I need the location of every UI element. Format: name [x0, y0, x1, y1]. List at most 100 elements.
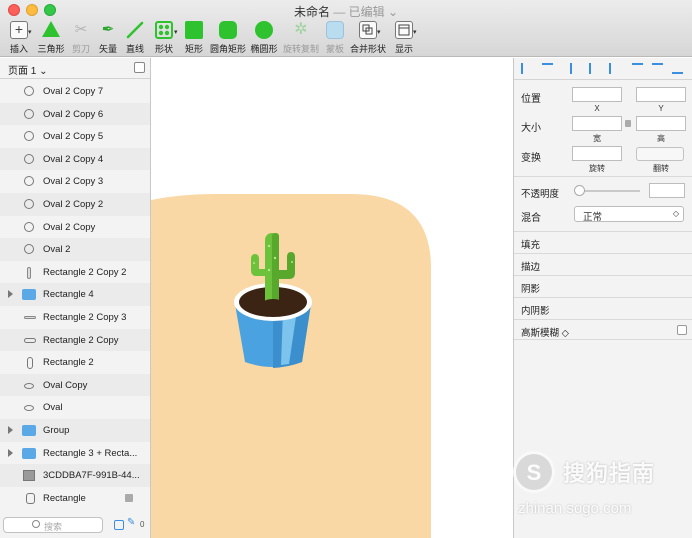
document-name[interactable]: 未命名: [294, 5, 330, 19]
search-icon: [32, 520, 40, 528]
rectangle-icon: [185, 21, 203, 39]
opacity-slider-track[interactable]: [576, 190, 640, 192]
pen-icon: ✒: [101, 21, 115, 38]
horizontal-rectangle-icon: [24, 316, 36, 319]
page-name[interactable]: 页面 1 ⌄: [8, 62, 48, 77]
layer-row[interactable]: Oval 2: [0, 238, 150, 261]
oval-icon: [24, 108, 34, 119]
export-layers-icon[interactable]: [114, 520, 124, 530]
vertical-pill-icon: [27, 357, 33, 370]
layer-row[interactable]: Oval 2 Copy 5: [0, 125, 150, 148]
fill-section[interactable]: 填充: [514, 231, 692, 252]
layer-row[interactable]: Rectangle 2 Copy 2: [0, 261, 150, 284]
selection-count: 0: [140, 520, 145, 529]
layer-row[interactable]: Oval 2 Copy: [0, 216, 150, 239]
height-input[interactable]: [636, 116, 686, 131]
opacity-input[interactable]: [649, 183, 685, 198]
align-bottom-icon[interactable]: [672, 63, 683, 74]
divider: [514, 176, 692, 177]
blur-checkbox[interactable]: [677, 325, 687, 335]
lock-ratio-icon[interactable]: [625, 120, 631, 127]
oval-icon: [24, 176, 34, 187]
layer-row[interactable]: 3CDDBA7F-991B-44...: [0, 464, 150, 487]
watermark-url: zhinan.sogo.com: [518, 500, 632, 517]
layer-row[interactable]: Oval 2 Copy 7: [0, 80, 150, 103]
oval-icon: [24, 86, 34, 96]
layer-row[interactable]: Rectangle 2 Copy: [0, 328, 150, 352]
edited-status: — 已编辑 ⌄: [333, 5, 399, 19]
layers-panel: 页面 1 ⌄ Oval 2 Copy 7 Oval 2 Copy 6 Oval …: [0, 58, 151, 538]
oval-icon: [24, 153, 34, 164]
chevron-updown-icon: ◇: [672, 209, 679, 218]
position-label: 位置: [521, 94, 541, 105]
rotate-copy-icon: ✲: [294, 21, 308, 38]
rotation-input[interactable]: [572, 146, 622, 161]
layer-row[interactable]: Oval Copy: [0, 373, 150, 397]
oval-icon: [24, 131, 34, 142]
layer-search-input[interactable]: 搜索: [3, 517, 103, 533]
flat-oval-icon: [24, 382, 34, 389]
canvas[interactable]: [151, 58, 513, 538]
display-button[interactable]: ▾ 显示: [385, 20, 423, 56]
inner-shadow-section[interactable]: 内阴影: [514, 297, 692, 318]
transform-label: 变换: [521, 153, 541, 164]
lock-icon[interactable]: [125, 493, 133, 502]
oval-icon: [255, 21, 273, 39]
combine-shapes-icon: [359, 21, 377, 39]
layer-row[interactable]: Rectangle 3 + Recta...: [0, 442, 150, 465]
vertical-rectangle-icon: [27, 266, 31, 279]
layer-row[interactable]: Rectangle 2: [0, 351, 150, 374]
blend-label: 混合: [521, 213, 541, 224]
layer-row[interactable]: Rectangle 4: [0, 283, 150, 306]
shapes-icon: [155, 21, 173, 39]
layer-row[interactable]: Rectangle 2 Copy 3: [0, 306, 150, 329]
align-center-icon[interactable]: [589, 63, 600, 74]
oval-icon: [24, 199, 34, 209]
layer-row[interactable]: Oval 2 Copy 3: [0, 170, 150, 193]
rounded-rectangle-icon: [219, 21, 237, 39]
layer-row[interactable]: Oval 2 Copy 6: [0, 102, 150, 126]
layer-row[interactable]: Oval: [0, 396, 150, 419]
border-section[interactable]: 描边: [514, 253, 692, 274]
layer-row[interactable]: Rectangle: [0, 487, 150, 510]
artboard-background: [151, 194, 431, 538]
layer-row[interactable]: Group: [0, 419, 150, 442]
oval-icon: [24, 221, 34, 232]
title-toolbar: 未命名 — 已编辑 ⌄ + ▾ 插入 三角形 ✂ 剪刀 ✒ 矢量 直线 ▾ 形状…: [0, 0, 692, 57]
disclosure-triangle-icon[interactable]: [8, 290, 13, 299]
y-input[interactable]: [636, 87, 686, 102]
folder-icon: [22, 425, 36, 436]
display-icon: [395, 21, 413, 39]
disclosure-triangle-icon[interactable]: [8, 448, 13, 457]
layer-row[interactable]: Oval 2 Copy 2: [0, 193, 150, 216]
page-options-icon[interactable]: [134, 62, 145, 73]
folder-icon: [22, 447, 36, 459]
sogou-logo: S: [513, 451, 555, 493]
align-top-icon[interactable]: [632, 63, 643, 74]
image-icon: [23, 470, 35, 482]
align-left-icon[interactable]: [570, 63, 581, 74]
brush-icon[interactable]: ✎: [127, 517, 137, 528]
folder-icon: [22, 289, 36, 301]
width-input[interactable]: [572, 116, 622, 131]
artwork: [151, 194, 431, 538]
opacity-slider-knob[interactable]: [574, 185, 585, 196]
blur-section[interactable]: 高斯模糊 ◇: [514, 319, 692, 340]
line-icon: [126, 21, 144, 39]
window-title: 未命名 — 已编辑 ⌄: [0, 3, 692, 20]
layer-row[interactable]: Oval 2 Copy 4: [0, 147, 150, 171]
blend-mode-select[interactable]: 正常 ◇: [574, 206, 684, 223]
x-input[interactable]: [572, 87, 622, 102]
disclosure-triangle-icon[interactable]: [8, 426, 13, 434]
watermark-text: 搜狗指南: [563, 461, 656, 486]
align-middle-icon[interactable]: [652, 63, 663, 74]
shadow-section[interactable]: 阴影: [514, 275, 692, 296]
flip-buttons[interactable]: [636, 147, 684, 161]
align-right-icon[interactable]: [609, 63, 620, 74]
size-label: 大小: [521, 123, 541, 134]
alignment-toolbar: [514, 58, 692, 80]
page-selector[interactable]: 页面 1 ⌄: [0, 58, 150, 79]
distribute-vertical-icon[interactable]: [542, 63, 553, 74]
flat-oval-icon: [24, 405, 34, 412]
distribute-horizontal-icon[interactable]: [521, 63, 532, 74]
